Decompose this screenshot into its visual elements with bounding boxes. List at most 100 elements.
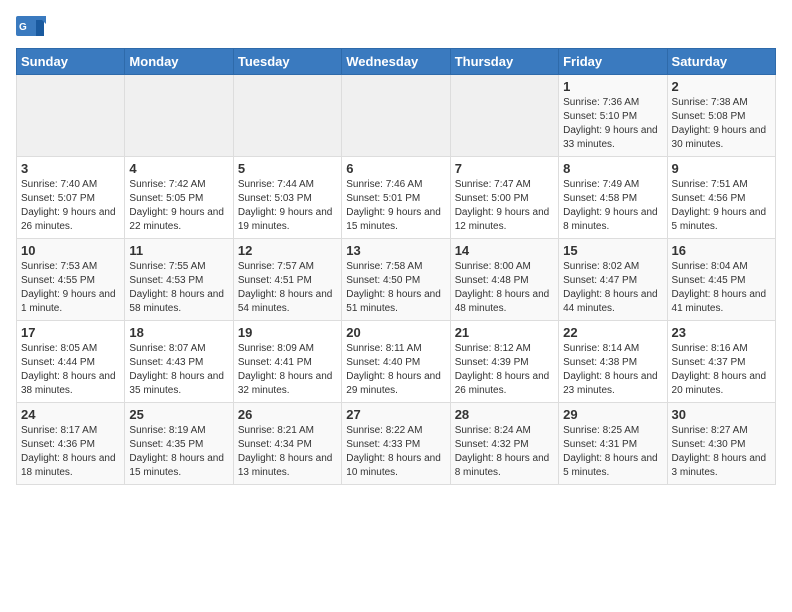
calendar-header: SundayMondayTuesdayWednesdayThursdayFrid… (17, 49, 776, 75)
day-number: 18 (129, 325, 228, 340)
day-number: 27 (346, 407, 445, 422)
day-number: 10 (21, 243, 120, 258)
calendar-cell: 12 Sunrise: 7:57 AM Sunset: 4:51 PM Dayli… (233, 239, 341, 321)
day-number: 16 (672, 243, 771, 258)
calendar-cell (125, 75, 233, 157)
day-info: Sunrise: 8:21 AM Sunset: 4:34 PM Dayligh… (238, 424, 337, 480)
day-number: 2 (672, 79, 771, 94)
day-number: 22 (563, 325, 662, 340)
calendar-cell: 24 Sunrise: 8:17 AM Sunset: 4:36 PM Dayli… (17, 403, 125, 485)
calendar-cell (450, 75, 558, 157)
day-info: Sunrise: 8:27 AM Sunset: 4:30 PM Dayligh… (672, 424, 771, 480)
day-info: Sunrise: 7:40 AM Sunset: 5:07 PM Dayligh… (21, 178, 120, 234)
calendar-cell: 6 Sunrise: 7:46 AM Sunset: 5:01 PM Daylig… (342, 157, 450, 239)
weekday-header: Sunday (17, 49, 125, 75)
weekday-header: Monday (125, 49, 233, 75)
day-info: Sunrise: 8:02 AM Sunset: 4:47 PM Dayligh… (563, 260, 662, 316)
calendar-cell: 30 Sunrise: 8:27 AM Sunset: 4:30 PM Dayli… (667, 403, 775, 485)
calendar-cell: 25 Sunrise: 8:19 AM Sunset: 4:35 PM Dayli… (125, 403, 233, 485)
calendar-cell: 2 Sunrise: 7:38 AM Sunset: 5:08 PM Daylig… (667, 75, 775, 157)
day-number: 15 (563, 243, 662, 258)
svg-text:G: G (19, 22, 27, 33)
day-number: 19 (238, 325, 337, 340)
day-number: 13 (346, 243, 445, 258)
day-info: Sunrise: 8:09 AM Sunset: 4:41 PM Dayligh… (238, 342, 337, 398)
weekday-row: SundayMondayTuesdayWednesdayThursdayFrid… (17, 49, 776, 75)
day-number: 17 (21, 325, 120, 340)
calendar-cell: 18 Sunrise: 8:07 AM Sunset: 4:43 PM Dayli… (125, 321, 233, 403)
day-info: Sunrise: 8:11 AM Sunset: 4:40 PM Dayligh… (346, 342, 445, 398)
calendar-cell: 29 Sunrise: 8:25 AM Sunset: 4:31 PM Dayli… (559, 403, 667, 485)
day-info: Sunrise: 7:57 AM Sunset: 4:51 PM Dayligh… (238, 260, 337, 316)
calendar-week-row: 24 Sunrise: 8:17 AM Sunset: 4:36 PM Dayli… (17, 403, 776, 485)
day-number: 4 (129, 161, 228, 176)
calendar-week-row: 17 Sunrise: 8:05 AM Sunset: 4:44 PM Dayli… (17, 321, 776, 403)
day-number: 25 (129, 407, 228, 422)
weekday-header: Thursday (450, 49, 558, 75)
day-number: 6 (346, 161, 445, 176)
calendar-cell: 22Sunrise: 8:14 AM Sunset: 4:38 PM Dayli… (559, 321, 667, 403)
calendar-cell: 4Sunrise: 7:42 AM Sunset: 5:05 PM Daylig… (125, 157, 233, 239)
calendar-cell: 5Sunrise: 7:44 AM Sunset: 5:03 PM Daylig… (233, 157, 341, 239)
day-number: 7 (455, 161, 554, 176)
day-info: Sunrise: 8:04 AM Sunset: 4:45 PM Dayligh… (672, 260, 771, 316)
calendar-cell: 21 Sunrise: 8:12 AM Sunset: 4:39 PM Dayli… (450, 321, 558, 403)
logo: G (16, 16, 50, 40)
calendar-table: SundayMondayTuesdayWednesdayThursdayFrid… (16, 48, 776, 485)
calendar-cell: 10Sunrise: 7:53 AM Sunset: 4:55 PM Dayli… (17, 239, 125, 321)
calendar-cell: 7 Sunrise: 7:47 AM Sunset: 5:00 PM Daylig… (450, 157, 558, 239)
calendar-cell: 23Sunrise: 8:16 AM Sunset: 4:37 PM Dayli… (667, 321, 775, 403)
day-number: 21 (455, 325, 554, 340)
day-info: Sunrise: 7:44 AM Sunset: 5:03 PM Dayligh… (238, 178, 337, 234)
day-info: Sunrise: 8:24 AM Sunset: 4:32 PM Dayligh… (455, 424, 554, 480)
calendar-cell: 9 Sunrise: 7:51 AM Sunset: 4:56 PM Daylig… (667, 157, 775, 239)
weekday-header: Tuesday (233, 49, 341, 75)
calendar-cell: 3Sunrise: 7:40 AM Sunset: 5:07 PM Daylig… (17, 157, 125, 239)
day-info: Sunrise: 7:49 AM Sunset: 4:58 PM Dayligh… (563, 178, 662, 234)
calendar-cell (233, 75, 341, 157)
calendar-body: 1 Sunrise: 7:36 AM Sunset: 5:10 PM Daylig… (17, 75, 776, 485)
calendar-cell: 17 Sunrise: 8:05 AM Sunset: 4:44 PM Dayli… (17, 321, 125, 403)
day-info: Sunrise: 8:07 AM Sunset: 4:43 PM Dayligh… (129, 342, 228, 398)
day-number: 1 (563, 79, 662, 94)
calendar-cell: 1 Sunrise: 7:36 AM Sunset: 5:10 PM Daylig… (559, 75, 667, 157)
day-number: 8 (563, 161, 662, 176)
day-info: Sunrise: 7:38 AM Sunset: 5:08 PM Dayligh… (672, 96, 771, 152)
day-number: 24 (21, 407, 120, 422)
day-number: 11 (129, 243, 228, 258)
day-info: Sunrise: 7:47 AM Sunset: 5:00 PM Dayligh… (455, 178, 554, 234)
day-info: Sunrise: 8:12 AM Sunset: 4:39 PM Dayligh… (455, 342, 554, 398)
day-number: 26 (238, 407, 337, 422)
day-info: Sunrise: 7:36 AM Sunset: 5:10 PM Dayligh… (563, 96, 662, 152)
day-number: 29 (563, 407, 662, 422)
weekday-header: Friday (559, 49, 667, 75)
logo-icon: G (16, 16, 46, 40)
calendar-cell: 11 Sunrise: 7:55 AM Sunset: 4:53 PM Dayli… (125, 239, 233, 321)
day-info: Sunrise: 8:25 AM Sunset: 4:31 PM Dayligh… (563, 424, 662, 480)
calendar-cell: 14 Sunrise: 8:00 AM Sunset: 4:48 PM Dayli… (450, 239, 558, 321)
calendar-cell: 27Sunrise: 8:22 AM Sunset: 4:33 PM Dayli… (342, 403, 450, 485)
calendar-cell: 8 Sunrise: 7:49 AM Sunset: 4:58 PM Daylig… (559, 157, 667, 239)
calendar-cell: 26 Sunrise: 8:21 AM Sunset: 4:34 PM Dayli… (233, 403, 341, 485)
day-info: Sunrise: 7:55 AM Sunset: 4:53 PM Dayligh… (129, 260, 228, 316)
calendar-week-row: 3Sunrise: 7:40 AM Sunset: 5:07 PM Daylig… (17, 157, 776, 239)
day-number: 12 (238, 243, 337, 258)
day-info: Sunrise: 7:46 AM Sunset: 5:01 PM Dayligh… (346, 178, 445, 234)
calendar-cell: 15 Sunrise: 8:02 AM Sunset: 4:47 PM Dayli… (559, 239, 667, 321)
calendar-cell (17, 75, 125, 157)
day-number: 14 (455, 243, 554, 258)
day-info: Sunrise: 8:05 AM Sunset: 4:44 PM Dayligh… (21, 342, 120, 398)
day-info: Sunrise: 8:00 AM Sunset: 4:48 PM Dayligh… (455, 260, 554, 316)
day-number: 23 (672, 325, 771, 340)
calendar-cell: 28Sunrise: 8:24 AM Sunset: 4:32 PM Dayli… (450, 403, 558, 485)
page-header: G (16, 16, 776, 40)
day-number: 30 (672, 407, 771, 422)
day-info: Sunrise: 7:51 AM Sunset: 4:56 PM Dayligh… (672, 178, 771, 234)
calendar-cell: 16 Sunrise: 8:04 AM Sunset: 4:45 PM Dayli… (667, 239, 775, 321)
weekday-header: Saturday (667, 49, 775, 75)
weekday-header: Wednesday (342, 49, 450, 75)
day-info: Sunrise: 8:17 AM Sunset: 4:36 PM Dayligh… (21, 424, 120, 480)
day-info: Sunrise: 8:19 AM Sunset: 4:35 PM Dayligh… (129, 424, 228, 480)
day-number: 9 (672, 161, 771, 176)
day-number: 20 (346, 325, 445, 340)
